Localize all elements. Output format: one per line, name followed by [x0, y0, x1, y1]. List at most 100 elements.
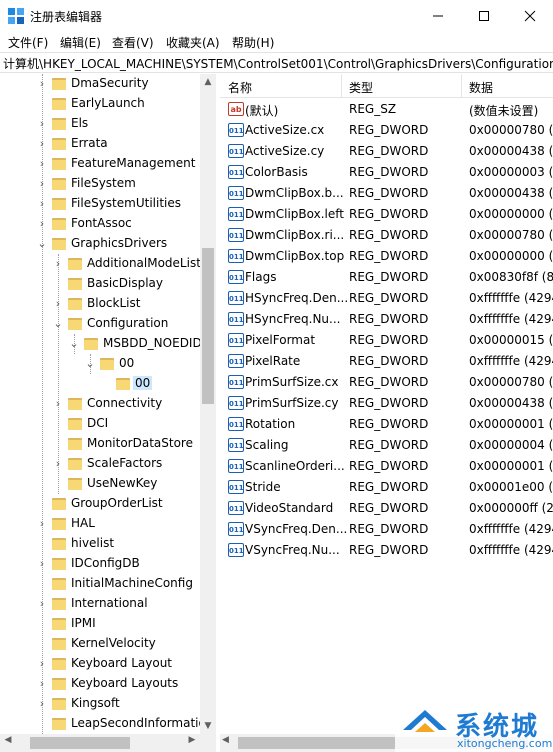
tree-node-label[interactable]: FontAssoc — [71, 216, 132, 230]
menu-file[interactable]: 文件(F) — [8, 34, 48, 51]
tree-node[interactable]: › ScaleFactors — [0, 454, 200, 474]
key-tree[interactable]: › DmaSecurity EarlyLaunch › Els › Errata › Featu… — [0, 74, 216, 752]
tree-node-label[interactable]: BlockList — [87, 296, 140, 310]
scroll-right-arrow-icon[interactable]: ▶ — [184, 735, 200, 745]
tree-node-label[interactable]: HAL — [71, 516, 95, 530]
tree-node[interactable]: › IDConfigDB — [0, 554, 200, 574]
tree-node[interactable]: › Keyboard Layouts — [0, 674, 200, 694]
tree-node-label[interactable]: Connectivity — [87, 396, 162, 410]
tree-node-label[interactable]: IDConfigDB — [71, 556, 140, 570]
menu-favorites[interactable]: 收藏夹(A) — [166, 34, 220, 51]
tree-node[interactable]: › FileSystem — [0, 174, 200, 194]
value-row[interactable]: 011 DwmClipBox.ri... REG_DWORD 0x00000780 (… — [220, 225, 553, 246]
chevron-right-icon[interactable]: › — [36, 157, 48, 171]
tree-node[interactable]: › FeatureManagement — [0, 154, 200, 174]
column-header-data[interactable]: 数据 — [469, 79, 493, 96]
chevron-right-icon[interactable]: › — [36, 197, 48, 211]
column-divider[interactable] — [461, 74, 462, 98]
tree-node[interactable]: ⌄ MSBDD_NOEDID_ — [0, 334, 208, 354]
tree-scroll-thumb[interactable] — [202, 248, 214, 404]
value-row[interactable]: 011ActiveSize.cy REG_DWORD 0x00000438 (108… — [220, 141, 553, 162]
tree-node[interactable]: › International — [0, 594, 200, 614]
chevron-right-icon[interactable]: › — [36, 137, 48, 151]
chevron-right-icon[interactable]: › — [36, 177, 48, 191]
tree-node-label[interactable]: Errata — [71, 136, 108, 150]
column-divider[interactable] — [341, 74, 342, 98]
tree-node[interactable]: › AdditionalModeLists — [0, 254, 207, 274]
value-row[interactable]: 011PrimSurfSize.cy REG_DWORD 0x00000438 (1… — [220, 393, 553, 414]
value-row[interactable]: 011Stride REG_DWORD 0x00001e00 (7680) — [220, 477, 553, 498]
tree-node-label[interactable]: AdditionalModeLists — [87, 256, 207, 270]
value-list[interactable]: 名称 类型 数据 ab (默认) REG_SZ (数值未设置) 011 ActiveSiz… — [220, 74, 553, 752]
tree-node-label[interactable]: EarlyLaunch — [71, 96, 145, 110]
tree-node-label[interactable]: DmaSecurity — [71, 76, 149, 90]
tree-node-label[interactable]: KernelVelocity — [71, 636, 156, 650]
value-row[interactable]: 011PixelRate REG_DWORD 0xfffffffe (4294967… — [220, 351, 553, 372]
scroll-left-arrow-icon[interactable]: ◀ — [0, 735, 16, 745]
tree-node-label[interactable]: Keyboard Layout — [71, 656, 172, 670]
tree-node[interactable]: 00 — [0, 374, 200, 394]
value-row[interactable]: 011 ScanlineOrderi... REG_DWORD 0x00000001 … — [220, 456, 553, 477]
tree-vertical-scrollbar[interactable]: ▲ ▼ — [200, 74, 216, 734]
value-row[interactable]: 011ColorBasis REG_DWORD 0x00000003 (3) — [220, 162, 553, 183]
value-row[interactable]: 011DwmClipBox.left REG_DWORD 0x00000000 (0… — [220, 204, 553, 225]
chevron-right-icon[interactable]: › — [36, 657, 48, 671]
tree-node[interactable]: › Connectivity — [0, 394, 200, 414]
value-row[interactable]: 011 VSyncFreq.Nu... REG_DWORD 0xfffffffe (4… — [220, 540, 553, 561]
chevron-right-icon[interactable]: › — [36, 597, 48, 611]
chevron-right-icon[interactable]: › — [52, 457, 64, 471]
tree-node[interactable]: › FileSystemUtilities — [0, 194, 200, 214]
address-bar[interactable]: 计算机\HKEY_LOCAL_MACHINE\SYSTEM\ControlSet… — [0, 52, 553, 73]
tree-node-label[interactable]: BasicDisplay — [87, 276, 163, 290]
tree-node[interactable]: InitialMachineConfig — [0, 574, 200, 594]
tree-node-label[interactable]: MSBDD_NOEDID_ — [103, 336, 208, 350]
chevron-right-icon[interactable]: › — [36, 517, 48, 531]
value-row[interactable]: 011Scaling REG_DWORD 0x00000004 (4) — [220, 435, 553, 456]
value-row[interactable]: 011 VSyncFreq.Den... REG_DWORD 0xfffffffe (… — [220, 519, 553, 540]
value-row[interactable]: 011PrimSurfSize.cx REG_DWORD 0x00000780 (1… — [220, 372, 553, 393]
tree-node[interactable]: › HAL — [0, 514, 200, 534]
tree-node-label[interactable]: GraphicsDrivers — [71, 236, 167, 250]
tree-node[interactable]: › Errata — [0, 134, 200, 154]
chevron-right-icon[interactable]: › — [52, 257, 64, 271]
tree-node[interactable]: › Kingsoft — [0, 694, 200, 714]
value-row[interactable]: 011 HSyncFreq.Nu... REG_DWORD 0xfffffffe (4… — [220, 309, 553, 330]
scroll-down-arrow-icon[interactable]: ▼ — [200, 718, 216, 734]
tree-node-label[interactable]: GroupOrderList — [71, 496, 163, 510]
value-row[interactable]: ab (默认) REG_SZ (数值未设置) — [220, 99, 553, 120]
tree-node[interactable]: ⌄ Configuration — [0, 314, 200, 334]
address-path[interactable]: 计算机\HKEY_LOCAL_MACHINE\SYSTEM\ControlSet… — [3, 55, 553, 72]
tree-node[interactable]: ⌄ 00 — [0, 354, 200, 374]
value-row[interactable]: 011PixelFormat REG_DWORD 0x00000015 (21) — [220, 330, 553, 351]
chevron-right-icon[interactable]: › — [36, 677, 48, 691]
tree-node[interactable]: DCI — [0, 414, 200, 434]
tree-node[interactable]: IPMI — [0, 614, 200, 634]
tree-node-label[interactable]: Keyboard Layouts — [71, 676, 178, 690]
column-header-name[interactable]: 名称 — [228, 79, 252, 96]
tree-node-label[interactable]: Els — [71, 116, 88, 130]
tree-node[interactable]: KernelVelocity — [0, 634, 200, 654]
tree-node-label[interactable]: UseNewKey — [87, 476, 157, 490]
tree-node-label[interactable]: hivelist — [71, 536, 114, 550]
value-row[interactable]: 011Flags REG_DWORD 0x00830f8f (8589199) — [220, 267, 553, 288]
chevron-right-icon[interactable]: › — [36, 697, 48, 711]
tree-node[interactable]: › Keyboard Layout — [0, 654, 200, 674]
tree-node[interactable]: ⌄ GraphicsDrivers — [0, 234, 200, 254]
tree-hscroll-thumb[interactable] — [30, 737, 130, 749]
tree-node[interactable]: LeapSecondInformation — [0, 714, 213, 734]
tree-node-label[interactable]: MonitorDataStore — [87, 436, 193, 450]
tree-node-label[interactable]: 00 — [133, 376, 153, 390]
tree-node[interactable]: EarlyLaunch — [0, 94, 200, 114]
chevron-right-icon[interactable]: › — [36, 117, 48, 131]
chevron-right-icon[interactable]: › — [36, 77, 48, 91]
close-button[interactable] — [507, 0, 553, 31]
menu-view[interactable]: 查看(V) — [112, 34, 154, 51]
tree-node[interactable]: › Els — [0, 114, 200, 134]
tree-node[interactable]: hivelist — [0, 534, 200, 554]
chevron-down-icon[interactable]: ⌄ — [84, 357, 96, 371]
tree-node[interactable]: › DmaSecurity — [0, 74, 200, 94]
tree-node-label[interactable]: InitialMachineConfig — [71, 576, 193, 590]
scroll-left-arrow-icon[interactable]: ◀ — [222, 735, 229, 745]
tree-node-label[interactable]: DCI — [87, 416, 108, 430]
tree-node-label[interactable]: FileSystem — [71, 176, 136, 190]
